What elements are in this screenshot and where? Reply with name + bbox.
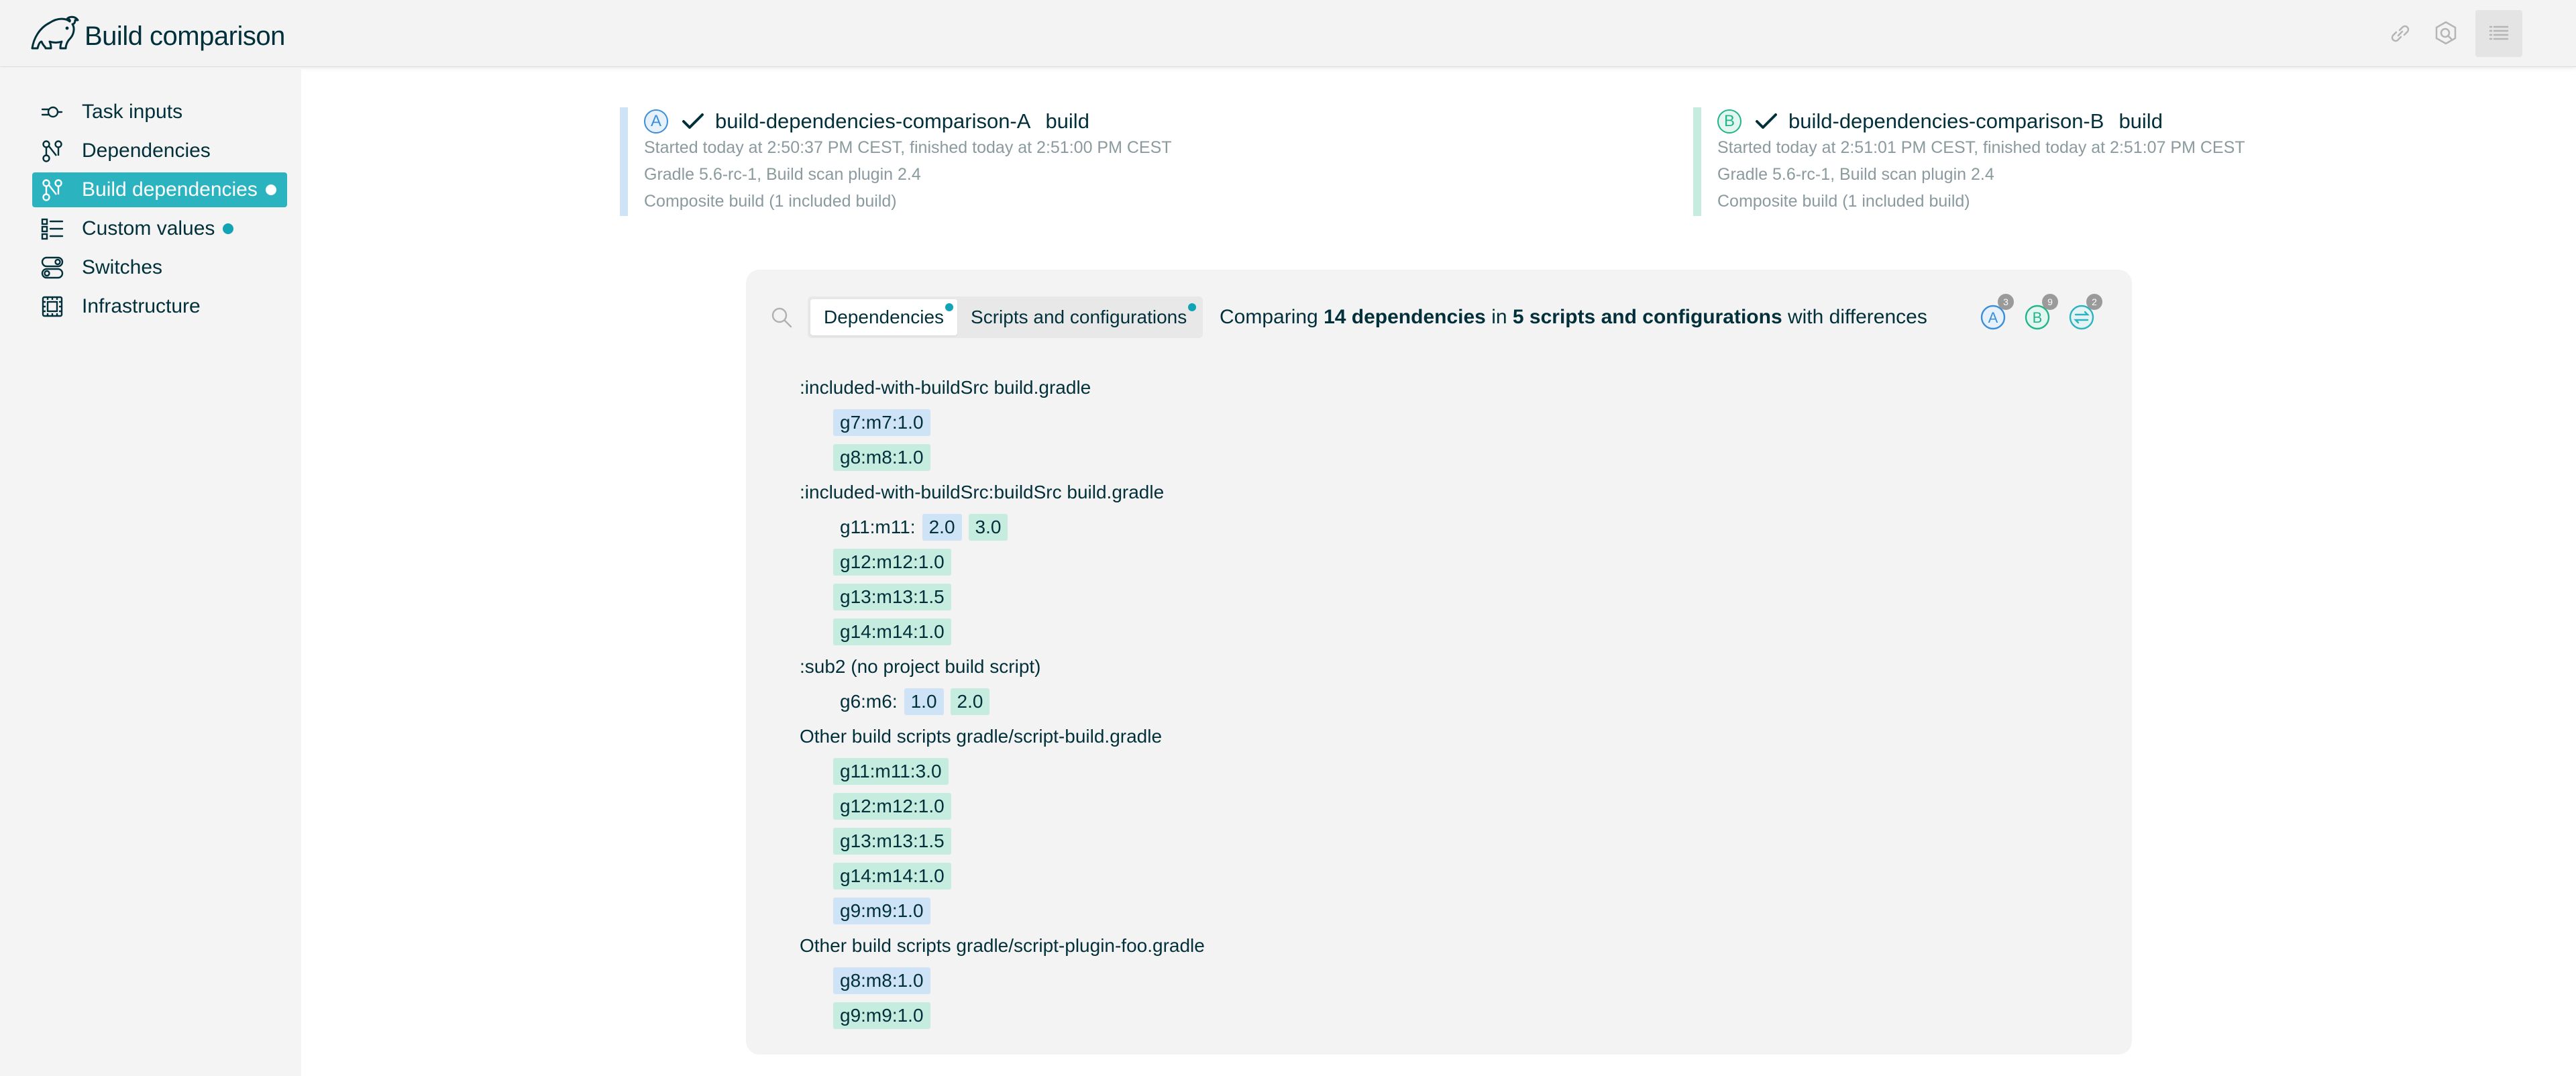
build-a-count: 3 bbox=[1998, 294, 2014, 310]
build-b-summary: B build-dependencies-comparison-B build … bbox=[1693, 107, 2364, 216]
dependency-chip-build-b[interactable]: g9:m9:1.0 bbox=[833, 1002, 930, 1029]
sidebar-item-switches[interactable]: Switches bbox=[32, 250, 287, 285]
dependency-row: g9:m9:1.0 bbox=[800, 998, 1205, 1033]
build-b-badge: B bbox=[1717, 109, 1741, 133]
dependency-row: g11:m11:3.0 bbox=[800, 754, 1205, 789]
filter-differences-toggle[interactable]: 2 bbox=[2068, 294, 2102, 331]
dependency-row: g7:m7:1.0 bbox=[800, 405, 1205, 440]
build-a-composite: Composite build (1 included build) bbox=[644, 192, 897, 211]
link-icon[interactable] bbox=[2384, 17, 2416, 50]
svg-text:B: B bbox=[2033, 309, 2043, 326]
dependency-row: g6:m6: 1.0 2.0 bbox=[800, 684, 1205, 719]
dependency-chip-build-b[interactable]: g11:m11:3.0 bbox=[833, 758, 949, 785]
dependency-tree: :included-with-buildSrc build.gradle g7:… bbox=[800, 370, 1205, 1033]
dependency-chip-build-a[interactable]: g8:m8:1.0 bbox=[833, 967, 930, 994]
gradle-elephant-logo[interactable] bbox=[30, 13, 82, 52]
infrastructure-icon bbox=[39, 293, 66, 320]
changes-indicator-dot bbox=[223, 223, 234, 234]
dependency-chip-build-a[interactable]: g9:m9:1.0 bbox=[833, 898, 930, 924]
build-a-timing: Started today at 2:50:37 PM CEST, finish… bbox=[644, 138, 1172, 157]
sidebar-item-dependencies[interactable]: Dependencies bbox=[32, 133, 287, 168]
dependency-row: g13:m13:1.5 bbox=[800, 580, 1205, 614]
build-b-name[interactable]: build-dependencies-comparison-B bbox=[1788, 109, 2104, 133]
task-inputs-icon bbox=[39, 99, 66, 125]
build-b-versions: Gradle 5.6-rc-1, Build scan plugin 2.4 bbox=[1717, 165, 1994, 184]
sidebar-item-task-inputs[interactable]: Task inputs bbox=[32, 95, 287, 129]
dependency-row: g14:m14:1.0 bbox=[800, 614, 1205, 649]
script-group-title: :sub2 (no project build script) bbox=[800, 656, 1041, 677]
differences-count: 2 bbox=[2086, 294, 2102, 310]
dependency-row: g12:m12:1.0 bbox=[800, 545, 1205, 580]
dependency-name: g11:m11: bbox=[840, 517, 916, 537]
version-chip-build-b[interactable]: 2.0 bbox=[950, 688, 990, 715]
tab-changes-dot bbox=[945, 303, 954, 311]
dependency-chip-build-b[interactable]: g8:m8:1.0 bbox=[833, 444, 930, 471]
tab-dependencies[interactable]: Dependencies bbox=[810, 299, 958, 335]
version-chip-build-b[interactable]: 3.0 bbox=[968, 514, 1008, 541]
dependency-chip-build-a[interactable]: g7:m7:1.0 bbox=[833, 409, 930, 436]
dependency-row: g9:m9:1.0 bbox=[800, 894, 1205, 928]
build-dependencies-icon bbox=[39, 176, 66, 203]
dependency-chip-build-b[interactable]: g13:m13:1.5 bbox=[833, 584, 951, 610]
sidebar-item-infrastructure[interactable]: Infrastructure bbox=[32, 289, 287, 324]
dependency-row: g12:m12:1.0 bbox=[800, 789, 1205, 824]
build-a-color-bar bbox=[620, 107, 628, 216]
changes-indicator-dot bbox=[265, 184, 276, 195]
sidebar-item-build-dependencies[interactable]: Build dependencies bbox=[32, 172, 287, 207]
version-chip-build-a[interactable]: 1.0 bbox=[904, 688, 944, 715]
comparison-panel: Dependencies Scripts and configurations … bbox=[746, 270, 2132, 1055]
tab-changes-dot bbox=[1188, 303, 1197, 311]
sidebar: Task inputs Dependencies Build dependenc… bbox=[0, 68, 301, 1076]
script-group-title: Other build scripts gradle/script-build.… bbox=[800, 726, 1163, 747]
view-tabs: Dependencies Scripts and configurations bbox=[808, 297, 1203, 338]
sidebar-item-custom-values[interactable]: Custom values bbox=[32, 211, 287, 246]
dependency-chip-build-b[interactable]: g14:m14:1.0 bbox=[833, 618, 951, 645]
app-title: Build comparison bbox=[85, 21, 285, 51]
version-chip-build-a[interactable]: 2.0 bbox=[922, 514, 962, 541]
build-a-summary: A build-dependencies-comparison-A build … bbox=[620, 107, 1291, 216]
svg-text:A: A bbox=[1988, 309, 1998, 326]
dependency-row: g11:m11: 2.0 3.0 bbox=[800, 510, 1205, 545]
build-a-task: build bbox=[1045, 109, 1089, 133]
switches-icon bbox=[39, 254, 66, 281]
search-icon[interactable] bbox=[770, 306, 793, 329]
tab-scripts-and-configurations[interactable]: Scripts and configurations bbox=[957, 299, 1200, 335]
settings-gear-icon[interactable] bbox=[2430, 17, 2462, 50]
dependency-chip-build-b[interactable]: g14:m14:1.0 bbox=[833, 863, 951, 890]
script-group-title: :included-with-buildSrc build.gradle bbox=[800, 377, 1091, 398]
dependency-name: g6:m6: bbox=[840, 691, 898, 712]
script-group-title: :included-with-buildSrc:buildSrc build.g… bbox=[800, 482, 1165, 502]
dependency-row: g8:m8:1.0 bbox=[800, 440, 1205, 475]
build-a-name[interactable]: build-dependencies-comparison-A bbox=[715, 109, 1030, 133]
script-group-title: Other build scripts gradle/script-plugin… bbox=[800, 935, 1205, 956]
dependency-chip-build-b[interactable]: g12:m12:1.0 bbox=[833, 549, 951, 576]
dependency-chip-build-b[interactable]: g13:m13:1.5 bbox=[833, 828, 951, 855]
build-b-timing: Started today at 2:51:01 PM CEST, finish… bbox=[1717, 138, 2245, 157]
build-b-color-bar bbox=[1693, 107, 1701, 216]
build-a-versions: Gradle 5.6-rc-1, Build scan plugin 2.4 bbox=[644, 165, 921, 184]
success-check-icon bbox=[1756, 113, 1777, 129]
success-check-icon bbox=[682, 113, 704, 129]
dependencies-icon bbox=[39, 138, 66, 164]
custom-values-icon bbox=[39, 215, 66, 242]
build-b-composite: Composite build (1 included build) bbox=[1717, 192, 1970, 211]
menu-list-icon[interactable] bbox=[2475, 10, 2522, 57]
dependency-chip-build-b[interactable]: g12:m12:1.0 bbox=[833, 793, 951, 820]
app-header: Build comparison bbox=[0, 0, 2576, 67]
filter-build-a-toggle[interactable]: A 3 bbox=[1979, 294, 2014, 331]
build-b-task: build bbox=[2118, 109, 2163, 133]
comparison-summary: Comparing 14 dependencies in 5 scripts a… bbox=[1220, 306, 1927, 328]
dependency-row: g13:m13:1.5 bbox=[800, 824, 1205, 859]
dependency-row: g14:m14:1.0 bbox=[800, 859, 1205, 894]
dependency-row: g8:m8:1.0 bbox=[800, 963, 1205, 998]
build-a-badge: A bbox=[644, 109, 668, 133]
filter-build-b-toggle[interactable]: B 9 bbox=[2023, 294, 2058, 331]
build-b-count: 9 bbox=[2042, 294, 2058, 310]
